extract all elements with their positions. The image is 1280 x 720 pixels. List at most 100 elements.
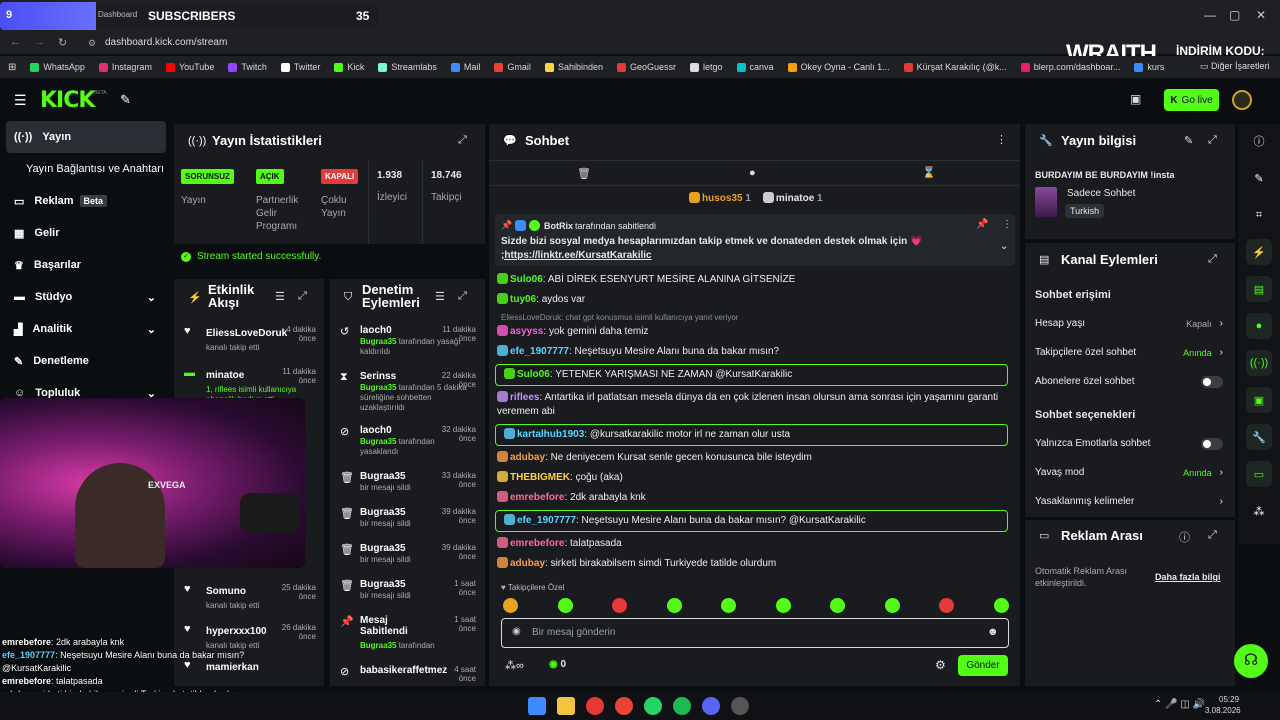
chat-input[interactable]: ◉ Bir mesaj gönderin ☻: [501, 618, 1009, 648]
chat-username[interactable]: efe_1907777: [510, 346, 569, 357]
minimize-button[interactable]: —: [1204, 8, 1216, 22]
activity-username[interactable]: minatoe: [206, 370, 244, 381]
opera-icon[interactable]: [586, 697, 604, 715]
clock-time[interactable]: 05:29: [1219, 695, 1239, 704]
moderation-username[interactable]: laoch0: [360, 425, 436, 436]
clipboard-icon[interactable]: ▤: [1246, 276, 1272, 302]
bookmark-item[interactable]: Okey Oyna - Canlı 1...: [787, 62, 890, 72]
bookmark-item[interactable]: canva: [736, 62, 774, 72]
chat-message[interactable]: efe_1907777: Neşetsuyu Mesire Alanı buna…: [489, 510, 1014, 532]
learn-more-link[interactable]: Daha fazla bilgi: [1155, 572, 1221, 582]
tab-label[interactable]: Dashboard: [98, 10, 137, 19]
bookmark-item[interactable]: Mail: [450, 62, 480, 72]
channel-setting-row[interactable]: Yasaklanmış kelimeler ›: [1035, 487, 1223, 516]
moderation-username[interactable]: Bugraa35: [360, 579, 436, 590]
community-icon[interactable]: ⁂: [1246, 498, 1272, 524]
chrome-icon[interactable]: [615, 697, 633, 715]
whatsapp-icon[interactable]: [644, 697, 662, 715]
bookmark-item[interactable]: Twitter: [280, 62, 320, 72]
moderation-username[interactable]: Bugraa35: [360, 543, 436, 554]
sidebar-item-analytics[interactable]: ▟ Analitik ⌄: [0, 313, 172, 345]
popout-icon[interactable]: ⤢: [458, 290, 467, 303]
chevron-down-icon[interactable]: ⌄: [1000, 241, 1008, 252]
channel-points[interactable]: ◉ 0: [549, 659, 566, 670]
chat-username[interactable]: kartalhub1903: [517, 429, 584, 440]
emote-icon[interactable]: [939, 598, 955, 613]
chat-username[interactable]: asyyss: [510, 326, 543, 337]
inbox-icon[interactable]: ▣: [1246, 387, 1272, 413]
moderation-username[interactable]: Serinss: [360, 371, 436, 382]
sidebar-item-stream[interactable]: ((·)) Yayın: [6, 121, 166, 153]
chat-username[interactable]: adubay: [510, 452, 545, 463]
chat-message[interactable]: EliessLoveDoruk: chat gpt konusmus isiml…: [489, 310, 1014, 342]
bookmark-item[interactable]: Streamlabs: [378, 62, 437, 72]
chat-message[interactable]: THEBIGMEK: çoğu (aka): [489, 468, 1014, 488]
sidebar-item-moderation[interactable]: ✎ Denetleme: [0, 345, 172, 377]
filter-icon[interactable]: ☰: [275, 290, 285, 303]
chat-bubble-icon[interactable]: ●: [749, 167, 756, 179]
chat-username[interactable]: riflees: [510, 392, 539, 403]
url-input[interactable]: dashboard.kick.com/stream: [105, 37, 227, 48]
toggle-switch[interactable]: [1201, 437, 1223, 450]
channel-setting-row[interactable]: Takipçilere özel sohbet Anında ›: [1035, 338, 1223, 367]
bookmark-item[interactable]: GeoGuessr: [616, 62, 676, 72]
wrench-icon[interactable]: 🔧: [1246, 424, 1272, 450]
popout-icon[interactable]: ⤢: [458, 134, 467, 147]
edit-icon[interactable]: ✎: [1246, 165, 1272, 191]
channel-setting-row[interactable]: Yalnızca Emotlarla sohbet: [1035, 429, 1223, 458]
sidebar-item-revenue[interactable]: ▦ Gelir: [0, 217, 172, 249]
emote-icon[interactable]: [830, 598, 846, 613]
chat-message[interactable]: emrebefore: talatpasada: [489, 534, 1014, 554]
edit-icon[interactable]: ✎: [1184, 134, 1193, 147]
chat-message[interactable]: kartalhub1903: @kursatkarakilic motor ir…: [489, 424, 1014, 446]
support-button[interactable]: ☊: [1234, 644, 1268, 678]
popout-icon[interactable]: ⤢: [298, 290, 307, 303]
lightning-icon[interactable]: ⚡: [1246, 239, 1272, 265]
obs-icon[interactable]: [731, 697, 749, 715]
sidebar-item-achievements[interactable]: ♛ Başarılar: [0, 249, 172, 281]
forward-icon[interactable]: →: [34, 36, 45, 48]
chat-message[interactable]: efe_1907777: Neşetsuyu Mesire Alanı buna…: [489, 342, 1014, 362]
channel-setting-row[interactable]: Hesap yaşı Kapalı ›: [1035, 309, 1223, 338]
pin-icon[interactable]: ✎: [120, 92, 131, 108]
chat-message[interactable]: adubay: sirketi birakabilsem simdi Turki…: [489, 554, 1014, 574]
moderation-username[interactable]: Mesaj Sabitlendi: [360, 615, 436, 637]
moderation-username[interactable]: Bugraa35: [360, 471, 436, 482]
chat-username[interactable]: emrebefore: [510, 538, 564, 549]
moderation-username[interactable]: Bugraa35: [360, 507, 436, 518]
bookmark-item[interactable]: YouTube: [165, 62, 214, 72]
emote-icon[interactable]: [775, 598, 791, 613]
trash-icon[interactable]: 🗑: [577, 167, 591, 180]
kick-logo[interactable]: KICK: [40, 88, 95, 113]
info-icon[interactable]: ⓘ: [1179, 529, 1190, 545]
emote-icon[interactable]: [993, 598, 1009, 613]
filter-icon[interactable]: ☰: [435, 290, 445, 303]
popout-icon[interactable]: ⤢: [1208, 529, 1217, 542]
emoji-icon[interactable]: ☻: [987, 626, 999, 638]
emote-icon[interactable]: [503, 598, 518, 613]
category-name[interactable]: Sadece Sohbet: [1067, 188, 1135, 199]
connect-icon[interactable]: ⁂∞: [505, 659, 524, 672]
back-icon[interactable]: ←: [10, 36, 21, 48]
bookmark-item[interactable]: blerp.com/dashboar...: [1020, 62, 1120, 72]
popout-icon[interactable]: ⤢: [1208, 253, 1217, 266]
emote-icon[interactable]: [612, 598, 628, 613]
activity-username[interactable]: EliessLoveDoruk: [206, 328, 287, 339]
chat-settings-icon[interactable]: ⚙: [935, 658, 946, 672]
chat-message[interactable]: tuy06: aydos var: [489, 290, 1014, 310]
moderation-username[interactable]: babasikeraffetmez: [360, 665, 447, 676]
chat-message[interactable]: Sulo06: YETENEK YARIŞMASI NE ZAMAN @Kurs…: [489, 364, 1014, 386]
emote-icon[interactable]: [666, 598, 682, 613]
more-icon[interactable]: ⋮: [1002, 219, 1012, 230]
windows-icon[interactable]: [528, 697, 546, 715]
folder-icon[interactable]: [557, 697, 575, 715]
spotify-icon[interactable]: [673, 697, 691, 715]
channel-setting-row[interactable]: Abonelere özel sohbet: [1035, 367, 1223, 396]
crop-icon[interactable]: ⌗: [1246, 202, 1272, 228]
sidebar-item-studio[interactable]: ▬ Stüdyo ⌄: [0, 281, 172, 313]
top-gifter-2[interactable]: minatoe 1: [762, 192, 823, 204]
chat-icon[interactable]: ●: [1246, 313, 1272, 339]
apps-icon[interactable]: ⊞: [8, 62, 16, 73]
bookmark-item[interactable]: Kick: [334, 62, 364, 72]
bookmark-item[interactable]: Gmail: [494, 62, 531, 72]
